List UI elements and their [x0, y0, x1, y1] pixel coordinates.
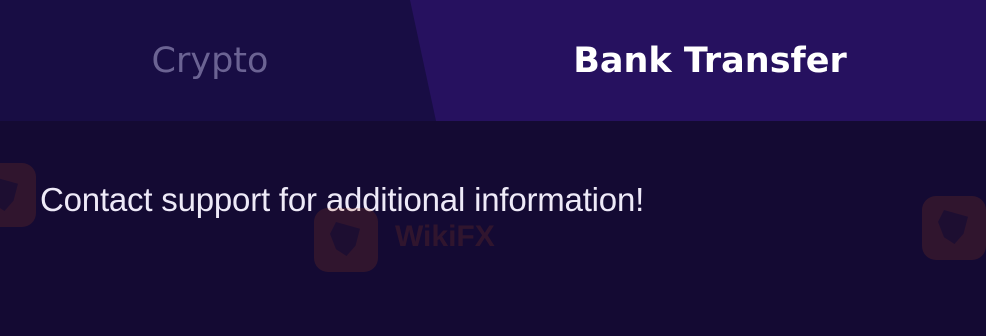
tab-content: Contact support for additional informati…: [0, 121, 986, 336]
tab-bank-transfer-label: Bank Transfer: [573, 40, 847, 81]
tab-bank-transfer[interactable]: Bank Transfer: [410, 0, 986, 121]
tab-crypto-label: Crypto: [151, 40, 269, 81]
payment-method-tabs: Crypto Bank Transfer: [0, 0, 986, 121]
tab-crypto[interactable]: Crypto: [0, 0, 420, 121]
support-message: Contact support for additional informati…: [40, 181, 645, 218]
payment-method-panel: Crypto Bank Transfer Contact support for…: [0, 0, 986, 336]
